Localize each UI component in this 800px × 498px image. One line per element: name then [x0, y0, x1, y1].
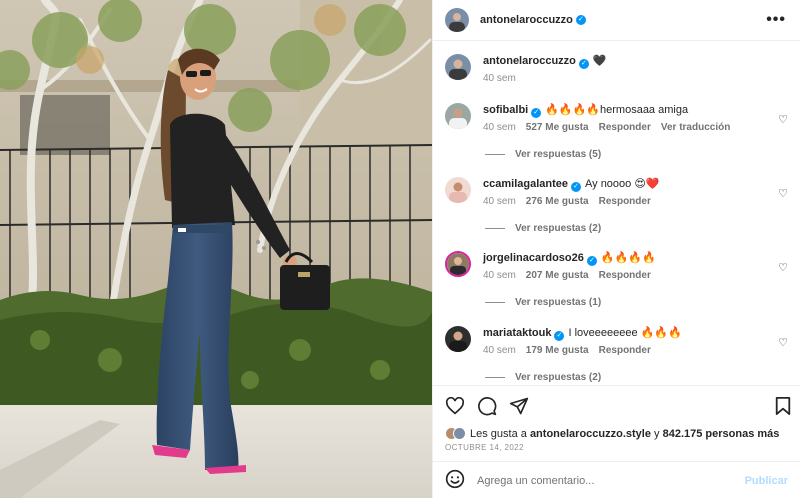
- comment-text: I loveeeeeeee 🔥🔥🔥: [568, 327, 682, 339]
- verified-badge-icon: ✓: [571, 182, 581, 192]
- share-icon[interactable]: [509, 396, 529, 416]
- comments-list[interactable]: antonelaroccuzzo ✓ 🖤 40 sem sofibalbi ✓ 🔥🔥🔥🔥…: [433, 42, 800, 385]
- author-avatar[interactable]: [445, 8, 469, 32]
- reply-button[interactable]: Responder: [599, 122, 651, 133]
- comment-likes[interactable]: 276 Me gusta: [526, 196, 589, 207]
- view-replies-label: Ver respuestas (2): [515, 372, 602, 383]
- more-icon[interactable]: •••: [766, 12, 786, 28]
- commenter-avatar[interactable]: [445, 103, 471, 129]
- post-date[interactable]: OCTUBRE 14, 2022: [445, 443, 524, 452]
- comment-heart-icon[interactable]: ♡: [778, 113, 788, 126]
- view-replies-button[interactable]: Ver respuestas (5): [485, 149, 601, 160]
- reply-button[interactable]: Responder: [599, 196, 651, 207]
- comment-heart-icon[interactable]: ♡: [778, 336, 788, 349]
- comment-item: jorgelinacardoso26 ✓ 🔥🔥🔥🔥 40 sem 207 Me gu…: [445, 251, 794, 281]
- comment-item: sofibalbi ✓ 🔥🔥🔥🔥hermosaaa amiga 40 sem 527…: [445, 103, 794, 133]
- comment-input[interactable]: [477, 474, 745, 487]
- post-details-panel: antonelaroccuzzo ✓ ••• antonelaroccuzzo ✓…: [432, 0, 800, 498]
- reply-button[interactable]: Responder: [599, 345, 651, 356]
- bookmark-icon[interactable]: [774, 396, 792, 416]
- comment-time[interactable]: 40 sem: [483, 270, 516, 281]
- caption-text: 🖤: [592, 55, 607, 67]
- comment-time[interactable]: 40 sem: [483, 345, 516, 356]
- post-header: antonelaroccuzzo ✓ •••: [433, 0, 800, 41]
- comment-heart-icon[interactable]: ♡: [778, 261, 788, 274]
- emoji-icon[interactable]: [445, 469, 465, 492]
- author-avatar[interactable]: [445, 54, 471, 80]
- view-replies-button[interactable]: Ver respuestas (1): [485, 297, 601, 308]
- comment-item: mariataktouk ✓ I loveeeeeeee 🔥🔥🔥 40 sem 17…: [445, 326, 794, 356]
- post-actions: Les gusta a antonelaroccuzzo.style y 842…: [433, 385, 800, 498]
- caption-time[interactable]: 40 sem: [483, 73, 516, 84]
- comment-item: ccamilagalantee ✓ Ay noooo 😍❤️ 40 sem 276 …: [445, 177, 794, 207]
- publish-button[interactable]: Publicar: [745, 475, 788, 487]
- comment-time[interactable]: 40 sem: [483, 122, 516, 133]
- comment-text: Ay noooo 😍❤️: [585, 178, 660, 190]
- reply-button[interactable]: Responder: [599, 270, 651, 281]
- comment-heart-icon[interactable]: ♡: [778, 187, 788, 200]
- commenter-username[interactable]: sofibalbi: [483, 104, 528, 116]
- likes-prefix: Les gusta a: [470, 427, 527, 440]
- verified-badge-icon: ✓: [586, 256, 597, 266]
- verified-badge-icon: ✓: [554, 331, 565, 341]
- commenter-avatar[interactable]: [445, 326, 471, 352]
- translate-button[interactable]: Ver traducción: [661, 122, 730, 133]
- commenter-avatar[interactable]: [445, 251, 471, 277]
- comment-likes[interactable]: 179 Me gusta: [526, 345, 589, 356]
- liker-avatar: [453, 427, 466, 440]
- commenter-username[interactable]: mariataktouk: [483, 327, 551, 339]
- likes-others[interactable]: 842.175 personas más: [663, 428, 780, 440]
- comment-text: 🔥🔥🔥🔥hermosaaa amiga: [545, 104, 689, 116]
- likes-summary[interactable]: Les gusta a antonelaroccuzzo.style y 842…: [445, 427, 779, 440]
- commenter-username[interactable]: jorgelinacardoso26: [483, 252, 584, 264]
- verified-badge-icon: ✓: [575, 15, 586, 25]
- view-replies-label: Ver respuestas (5): [515, 149, 602, 160]
- commenter-username[interactable]: ccamilagalantee: [483, 178, 568, 190]
- view-replies-button[interactable]: Ver respuestas (2): [485, 223, 601, 234]
- comment-composer: Publicar: [433, 461, 800, 498]
- view-replies-button[interactable]: Ver respuestas (2): [485, 372, 601, 383]
- likes-user[interactable]: antonelaroccuzzo.style: [530, 428, 651, 440]
- view-replies-label: Ver respuestas (1): [515, 297, 602, 308]
- author-username[interactable]: antonelaroccuzzo: [480, 14, 573, 26]
- photo-image: [0, 0, 432, 498]
- caption-username[interactable]: antonelaroccuzzo: [483, 55, 576, 67]
- verified-badge-icon: ✓: [578, 59, 589, 69]
- caption: antonelaroccuzzo ✓ 🖤 40 sem: [445, 54, 794, 84]
- heart-icon[interactable]: [445, 397, 465, 415]
- comment-icon[interactable]: [477, 396, 497, 416]
- post-photo[interactable]: [0, 0, 432, 498]
- comment-time[interactable]: 40 sem: [483, 196, 516, 207]
- comment-likes[interactable]: 207 Me gusta: [526, 270, 589, 281]
- comment-likes[interactable]: 527 Me gusta: [526, 122, 589, 133]
- verified-badge-icon: ✓: [531, 108, 542, 118]
- commenter-avatar[interactable]: [445, 177, 471, 203]
- likes-connector: y: [654, 427, 660, 440]
- view-replies-label: Ver respuestas (2): [515, 223, 602, 234]
- comment-text: 🔥🔥🔥🔥: [600, 252, 656, 264]
